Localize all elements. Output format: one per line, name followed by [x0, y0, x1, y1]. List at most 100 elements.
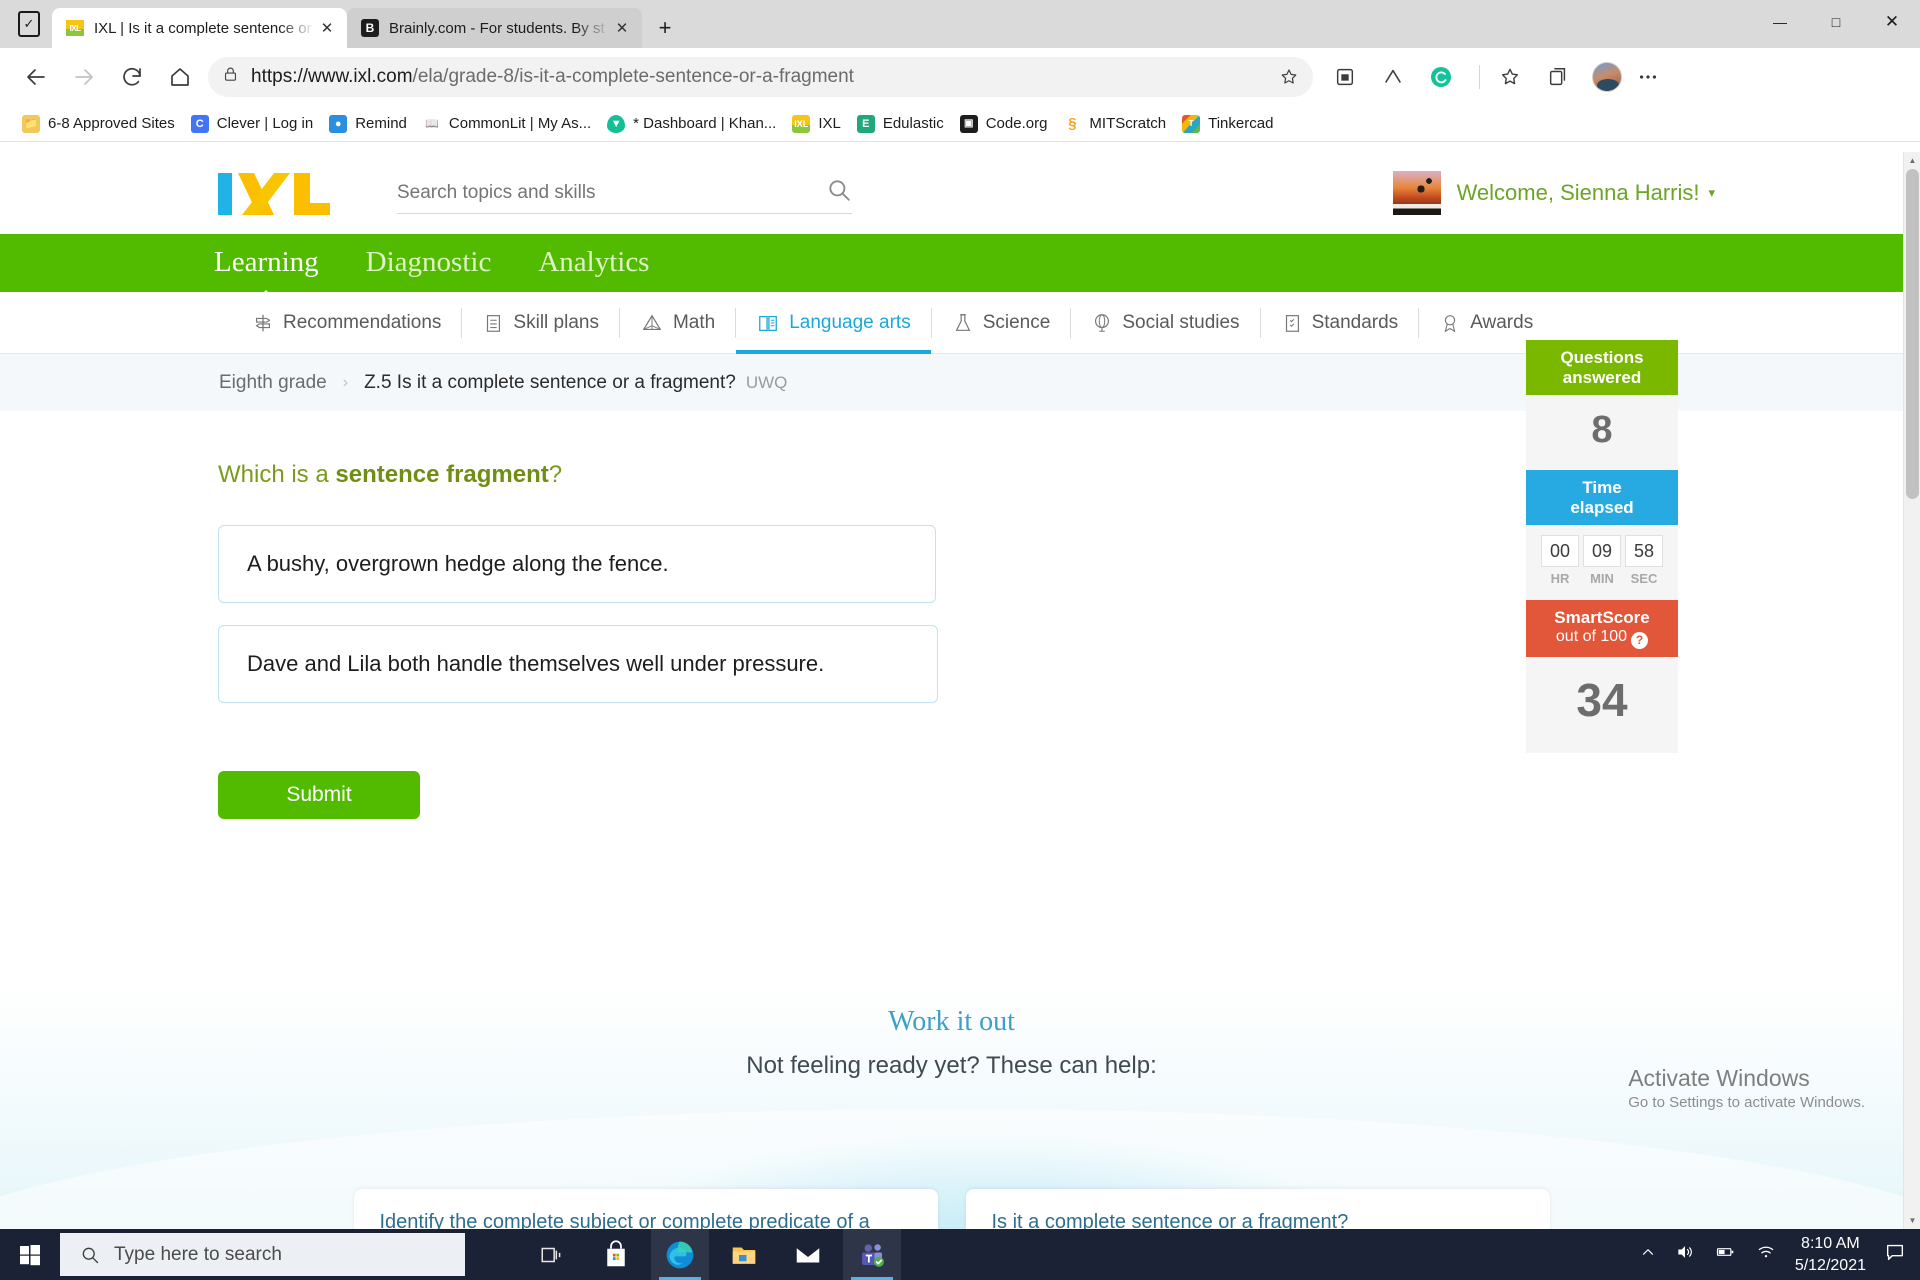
chevron-down-icon[interactable]: ▾	[1708, 185, 1715, 201]
questions-answered-label-1: Questions	[1560, 348, 1644, 367]
question-suffix: ?	[548, 461, 563, 488]
smartscore-sub: out of 100	[1555, 627, 1628, 645]
battery-icon[interactable]	[1713, 1242, 1737, 1267]
bookmark-tinkercad[interactable]: T Tinkercad	[1174, 110, 1281, 138]
search-input[interactable]	[397, 181, 777, 204]
question-mark-icon[interactable]: ?	[1631, 631, 1649, 649]
collections-icon[interactable]	[1538, 57, 1578, 97]
bookmark-ixl[interactable]: IXL IXL	[784, 110, 849, 138]
subnav-item-standards[interactable]: Standards	[1261, 292, 1419, 354]
tab-strip: ✓ IXL IXL | Is it a complete sentence or…	[0, 0, 1920, 48]
profile-avatar[interactable]	[1592, 62, 1622, 92]
nav-item-diagnostic[interactable]: Diagnostic	[366, 246, 492, 281]
extension-icon[interactable]	[1325, 57, 1365, 97]
questions-answered-value: 8	[1526, 395, 1678, 471]
timer: 00 09 58 HR MIN SEC	[1526, 525, 1678, 601]
microsoft-teams-icon[interactable]	[843, 1229, 901, 1280]
magnifier-icon	[80, 1245, 100, 1265]
scrollbar-thumb[interactable]	[1906, 169, 1919, 499]
flask-icon	[952, 312, 974, 334]
bookmark-remind[interactable]: ● Remind	[321, 110, 415, 138]
answer-option-1[interactable]: A bushy, overgrown hedge along the fence…	[218, 525, 936, 603]
subnav-item-recommendations[interactable]: Recommendations	[232, 292, 461, 354]
search-box[interactable]	[397, 172, 852, 214]
breadcrumb-grade[interactable]: Eighth grade	[219, 372, 327, 394]
time-elapsed-label-1: Time	[1582, 478, 1622, 498]
answer-option-2[interactable]: Dave and Lila both handle themselves wel…	[218, 625, 938, 703]
smartscore-header: SmartScore out of 100?	[1526, 600, 1678, 657]
taskbar-search[interactable]: Type here to search	[60, 1233, 465, 1276]
scroll-up-arrow[interactable]: ▲	[1904, 152, 1920, 169]
reload-icon[interactable]	[112, 57, 152, 97]
subnav-item-science[interactable]: Science	[932, 292, 1071, 354]
time-elapsed-label-2: elapsed	[1570, 497, 1634, 517]
browser-essentials-icon[interactable]: ✓	[6, 0, 52, 48]
taskbar-clock[interactable]: 8:10 AM 5/12/2021	[1795, 1233, 1866, 1276]
notifications-icon[interactable]	[1884, 1241, 1906, 1268]
bookmark-edulastic[interactable]: E Edulastic	[849, 110, 952, 138]
subnav-label: Standards	[1311, 311, 1399, 333]
microsoft-edge-icon[interactable]	[651, 1229, 709, 1280]
volume-icon[interactable]	[1675, 1242, 1695, 1267]
home-icon[interactable]	[160, 57, 200, 97]
smartscore-label: SmartScore	[1554, 608, 1650, 628]
back-icon[interactable]	[16, 57, 56, 97]
file-explorer-icon[interactable]	[715, 1229, 773, 1280]
microsoft-store-icon[interactable]	[587, 1229, 645, 1280]
close-window-button[interactable]: ✕	[1864, 0, 1920, 44]
toolbar-divider	[1479, 65, 1480, 89]
start-button[interactable]	[0, 1229, 60, 1280]
page-scrollbar[interactable]: ▲ ▼	[1903, 152, 1920, 1229]
activation-subtitle: Go to Settings to activate Windows.	[1628, 1094, 1865, 1111]
bookmark-clever[interactable]: C Clever | Log in	[183, 110, 321, 138]
help-card-1[interactable]: Identify the complete subject or complet…	[353, 1189, 938, 1229]
more-options-icon[interactable]	[1628, 57, 1668, 97]
bookmark-label: 6-8 Approved Sites	[48, 115, 175, 132]
nav-item-analytics[interactable]: Analytics	[538, 246, 649, 281]
show-hidden-icons[interactable]	[1639, 1243, 1657, 1266]
checklist-icon	[482, 312, 504, 334]
grammarly-icon[interactable]	[1373, 57, 1413, 97]
bookmark-mitscratch[interactable]: § MITScratch	[1055, 110, 1174, 138]
favorites-star-icon[interactable]	[1490, 57, 1530, 97]
address-bar[interactable]: https://www.ixl.com/ela/grade-8/is-it-a-…	[208, 57, 1313, 97]
add-favorite-icon[interactable]	[1279, 67, 1299, 87]
subnav-item-skill-plans[interactable]: Skill plans	[462, 292, 619, 354]
edulastic-icon: E	[856, 114, 875, 133]
bookmark-label: MITScratch	[1089, 115, 1167, 132]
bookmark-codeorg[interactable]: ▣ Code.org	[952, 110, 1056, 138]
ixl-logo[interactable]	[218, 171, 330, 215]
stats-panel: Questions answered 8 Time elapsed 00 09 …	[1526, 340, 1678, 753]
grammarly-status-icon[interactable]	[1421, 57, 1461, 97]
browser-tab-1[interactable]: IXL IXL | Is it a complete sentence or ✕	[52, 8, 347, 48]
bookmark-commonlit[interactable]: 📖 CommonLit | My As...	[415, 110, 599, 138]
globe-icon	[1091, 312, 1113, 334]
wifi-icon[interactable]	[1755, 1242, 1777, 1267]
task-view-icon[interactable]	[523, 1229, 581, 1280]
bookmark-khan-academy[interactable]: ▼ * Dashboard | Khan...	[599, 110, 784, 138]
bookmark-label: CommonLit | My As...	[448, 115, 592, 132]
submit-button[interactable]: Submit	[218, 771, 420, 819]
subnav-label: Recommendations	[283, 311, 442, 333]
subnav-item-math[interactable]: Math	[620, 292, 735, 354]
minimize-button[interactable]: —	[1752, 0, 1808, 44]
new-tab-button[interactable]: +	[648, 11, 682, 45]
user-menu[interactable]: Welcome, Sienna Harris! ▾	[1392, 171, 1715, 215]
browser-toolbar: https://www.ixl.com/ela/grade-8/is-it-a-…	[0, 48, 1920, 106]
mail-icon[interactable]	[779, 1229, 837, 1280]
brainly-icon: B	[361, 19, 379, 37]
subnav-item-language-arts[interactable]: Language arts	[736, 292, 931, 354]
browser-tab-2[interactable]: B Brainly.com - For students. By st ✕	[347, 8, 642, 48]
close-icon[interactable]: ✕	[315, 16, 339, 40]
activation-title: Activate Windows	[1628, 1065, 1810, 1091]
search-icon[interactable]	[826, 177, 852, 208]
forward-icon[interactable]	[64, 57, 104, 97]
subnav-item-social-studies[interactable]: Social studies	[1071, 292, 1259, 354]
nav-item-learning[interactable]: Learning	[214, 246, 319, 303]
close-icon[interactable]: ✕	[610, 16, 634, 40]
clipboard-icon	[1281, 312, 1303, 334]
scroll-down-arrow[interactable]: ▼	[1904, 1212, 1920, 1229]
bookmark-approved-sites[interactable]: 📁 6-8 Approved Sites	[14, 110, 183, 138]
maximize-button[interactable]: □	[1808, 0, 1864, 44]
help-card-2[interactable]: Is it a complete sentence or a fragment?	[965, 1189, 1550, 1229]
